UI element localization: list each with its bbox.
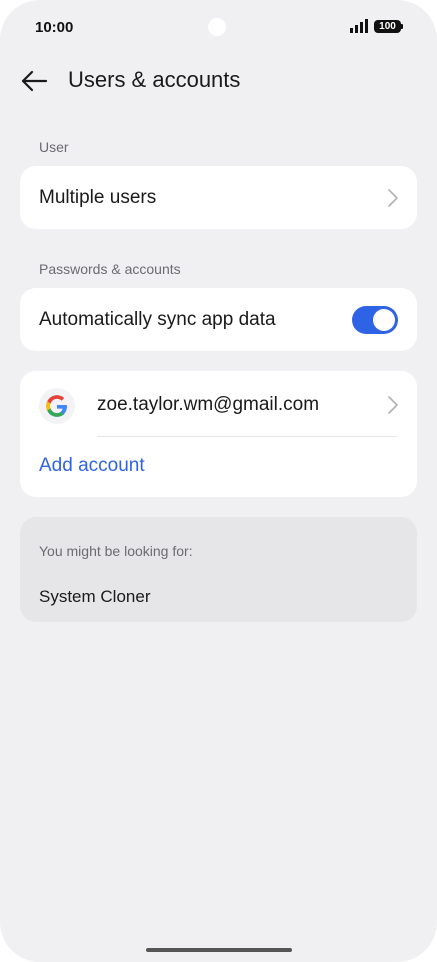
accounts-card: zoe.taylor.wm@gmail.com Add account <box>20 371 417 497</box>
phone-screen: 10:00 100 Users & accounts User Multiple… <box>0 0 437 962</box>
status-bar: 10:00 100 <box>0 0 437 56</box>
camera-cutout <box>208 18 226 36</box>
section-label-user: User <box>39 139 69 155</box>
toggle-knob <box>373 309 395 331</box>
chevron-right-icon <box>388 396 398 414</box>
arrow-left-icon[interactable] <box>18 66 50 96</box>
sync-label: Automatically sync app data <box>39 309 276 330</box>
battery-icon: 100 <box>374 20 401 33</box>
home-indicator[interactable] <box>146 948 292 952</box>
multiple-users-label: Multiple users <box>39 187 157 208</box>
multiple-users-row[interactable]: Multiple users <box>20 166 417 229</box>
sync-toggle[interactable] <box>352 306 398 334</box>
battery-tip <box>401 24 403 29</box>
signal-icon <box>350 19 368 33</box>
sync-row[interactable]: Automatically sync app data <box>20 288 417 351</box>
section-label-passwords: Passwords & accounts <box>39 261 181 277</box>
add-account-button[interactable]: Add account <box>39 455 145 477</box>
suggestions-card: You might be looking for: System Cloner <box>20 517 417 622</box>
divider <box>97 436 397 437</box>
chevron-right-icon <box>388 189 398 207</box>
page-title: Users & accounts <box>68 67 241 92</box>
google-icon <box>39 388 75 424</box>
header: Users & accounts <box>0 56 437 106</box>
account-email: zoe.taylor.wm@gmail.com <box>97 394 320 415</box>
suggestion-item-system-cloner[interactable]: System Cloner <box>39 587 150 607</box>
suggestions-label: You might be looking for: <box>39 543 193 559</box>
status-time: 10:00 <box>35 19 74 36</box>
account-row[interactable]: zoe.taylor.wm@gmail.com <box>20 371 417 437</box>
